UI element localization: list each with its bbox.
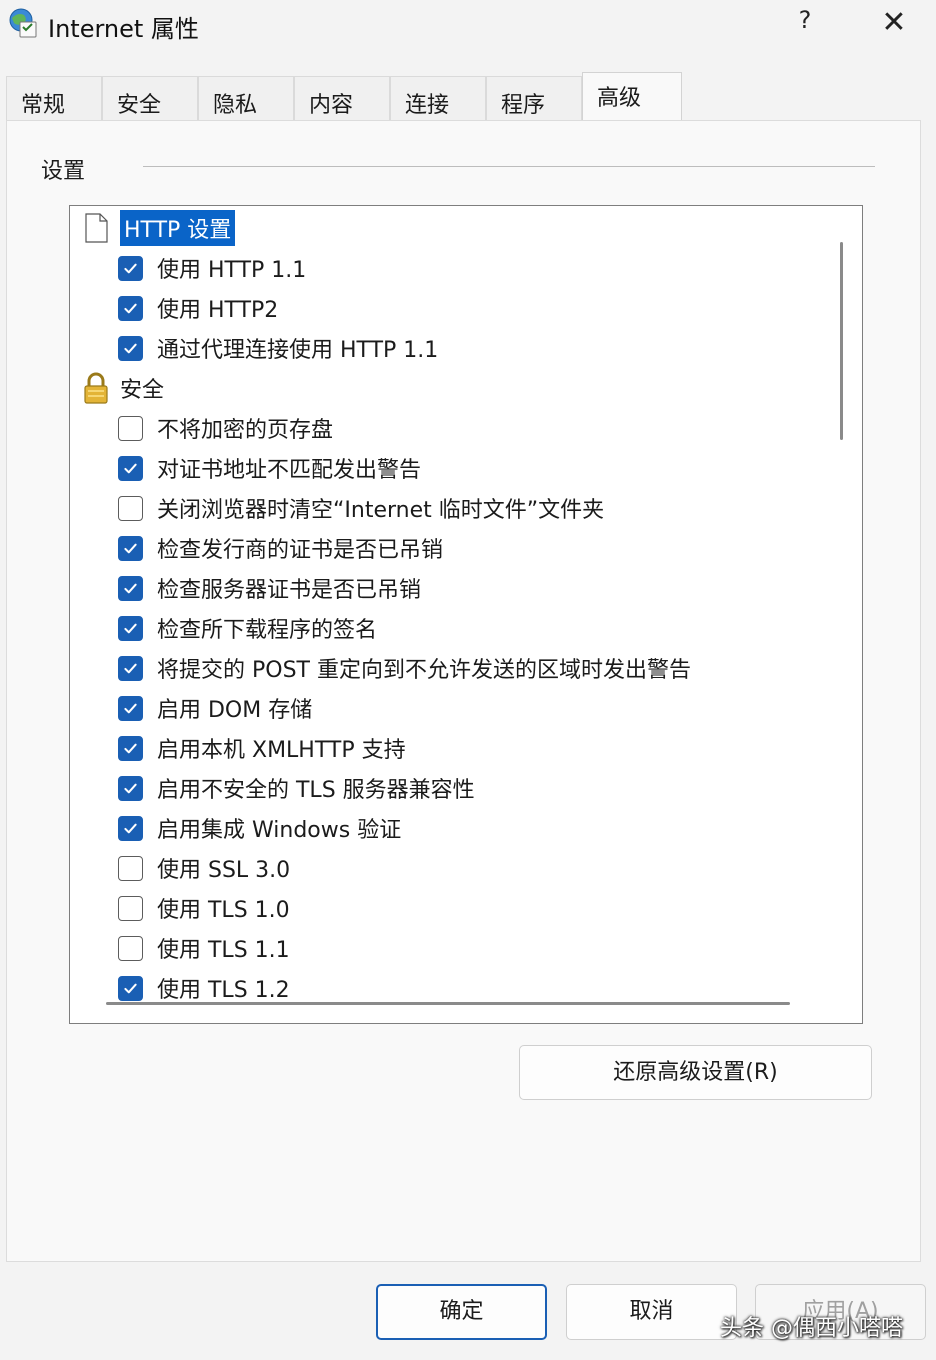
checkmark-icon [124, 263, 137, 273]
checkbox-unchecked[interactable] [118, 495, 143, 521]
setting-label: 不将加密的页存盘 [157, 418, 334, 443]
title-bar: Internet 属性 ? ✕ [0, 0, 936, 52]
setting-label: 对证书地址不匹配发出警告 [157, 458, 422, 483]
setting-label: 通过代理连接使用 HTTP 1.1 [157, 338, 439, 363]
checkbox-checked[interactable] [118, 615, 143, 641]
setting-row[interactable]: 将提交的 POST 重定向到不允许发送的区域时发出警告 [70, 648, 830, 688]
tab-strip: 常规 安全 隐私 内容 连接 程序 高级 [6, 72, 930, 124]
setting-row[interactable]: 通过代理连接使用 HTTP 1.1 [70, 328, 830, 368]
checkmark-icon [124, 703, 137, 713]
setting-row[interactable]: 启用本机 XMLHTTP 支持 [70, 728, 830, 768]
setting-row[interactable]: 关闭浏览器时清空“Internet 临时文件”文件夹 [70, 488, 830, 528]
checkmark-icon [124, 343, 137, 353]
checkbox-checked[interactable] [118, 455, 143, 481]
checkbox-checked[interactable] [118, 695, 143, 721]
setting-label: 使用 SSL 3.0 [157, 858, 291, 883]
category-label: HTTP 设置 [120, 210, 236, 246]
checkmark-icon [124, 623, 137, 633]
internet-globe-icon [9, 8, 37, 38]
checkbox-unchecked[interactable] [118, 935, 143, 961]
tab-general[interactable]: 常规 [6, 76, 102, 122]
checkbox-checked[interactable] [118, 655, 143, 681]
tab-connections[interactable]: 连接 [390, 76, 486, 122]
setting-row[interactable]: 对证书地址不匹配发出警告 [70, 448, 830, 488]
ok-button[interactable]: 确定 [376, 1284, 547, 1340]
setting-row[interactable]: 启用集成 Windows 验证 [70, 808, 830, 848]
checkbox-checked[interactable] [118, 295, 143, 321]
help-button[interactable]: ? [790, 6, 820, 40]
setting-row[interactable]: 使用 TLS 1.0 [70, 888, 830, 928]
horizontal-scrollbar[interactable] [106, 1002, 790, 1005]
checkmark-icon [124, 663, 137, 673]
checkmark-icon [124, 983, 137, 993]
setting-row[interactable]: 使用 SSL 3.0 [70, 848, 830, 888]
tab-privacy[interactable]: 隐私 [198, 76, 294, 122]
checkbox-unchecked[interactable] [118, 895, 143, 921]
checkmark-icon [124, 743, 137, 753]
window-title: Internet 属性 [48, 15, 199, 43]
checkmark-icon [124, 543, 137, 553]
setting-row[interactable]: 检查服务器证书是否已吊销 [70, 568, 830, 608]
category-row[interactable]: HTTP 设置 [70, 208, 830, 248]
checkbox-checked[interactable] [118, 535, 143, 561]
checkbox-checked[interactable] [118, 815, 143, 841]
restore-advanced-settings-button[interactable]: 还原高级设置(R) [519, 1045, 872, 1100]
checkbox-unchecked[interactable] [118, 415, 143, 441]
setting-row[interactable]: 启用 DOM 存储 [70, 688, 830, 728]
setting-label: 启用不安全的 TLS 服务器兼容性 [157, 778, 475, 803]
setting-label: 检查发行商的证书是否已吊销 [157, 538, 444, 563]
setting-row[interactable]: 使用 HTTP 1.1 [70, 248, 830, 288]
checkbox-checked[interactable] [118, 255, 143, 281]
setting-label: 使用 HTTP 1.1 [157, 258, 307, 283]
category-label: 安全 [120, 378, 165, 403]
setting-row[interactable]: 启用不安全的 TLS 服务器兼容性 [70, 768, 830, 808]
category-row[interactable]: 安全 [70, 368, 830, 408]
setting-row[interactable]: 不将加密的页存盘 [70, 408, 830, 448]
setting-row[interactable]: 使用 TLS 1.1 [70, 928, 830, 968]
watermark: 头条 @偶西小嗒嗒 [720, 1316, 903, 1341]
checkbox-checked[interactable] [118, 735, 143, 761]
setting-label: 启用集成 Windows 验证 [157, 818, 402, 843]
checkbox-checked[interactable] [118, 575, 143, 601]
checkbox-unchecked[interactable] [118, 855, 143, 881]
advanced-panel: 设置 HTTP 设置使用 HTTP 1.1 使用 HTTP2 通过代理连接使用 HT… [6, 120, 921, 1262]
setting-label: 检查服务器证书是否已吊销 [157, 578, 422, 603]
setting-label: 检查所下载程序的签名 [157, 618, 378, 643]
setting-label: 将提交的 POST 重定向到不允许发送的区域时发出警告 [157, 658, 691, 683]
cancel-button[interactable]: 取消 [566, 1284, 737, 1340]
checkbox-checked[interactable] [118, 335, 143, 361]
settings-group-label: 设置 [41, 159, 86, 184]
group-divider [143, 166, 875, 167]
settings-list[interactable]: HTTP 设置使用 HTTP 1.1 使用 HTTP2 通过代理连接使用 HTTP … [69, 205, 863, 1024]
lock-icon [80, 371, 112, 405]
checkmark-icon [124, 783, 137, 793]
setting-label: 使用 HTTP2 [157, 298, 279, 323]
checkmark-icon [124, 583, 137, 593]
setting-label: 使用 TLS 1.0 [157, 898, 290, 923]
setting-row[interactable]: 检查发行商的证书是否已吊销 [70, 528, 830, 568]
setting-label: 使用 TLS 1.1 [157, 938, 290, 963]
setting-label: 使用 TLS 1.2 [157, 978, 290, 1003]
checkbox-checked[interactable] [118, 775, 143, 801]
setting-label: 关闭浏览器时清空“Internet 临时文件”文件夹 [157, 498, 605, 523]
setting-row[interactable]: 检查所下载程序的签名 [70, 608, 830, 648]
tab-advanced[interactable]: 高级 [582, 72, 682, 124]
setting-label: 启用本机 XMLHTTP 支持 [157, 738, 406, 763]
checkmark-icon [124, 303, 137, 313]
tab-security[interactable]: 安全 [102, 76, 198, 122]
close-button[interactable]: ✕ [874, 4, 914, 42]
setting-label: 启用 DOM 存储 [157, 698, 313, 723]
page-icon [80, 211, 112, 245]
checkmark-icon [124, 463, 137, 473]
setting-row[interactable]: 使用 HTTP2 [70, 288, 830, 328]
vertical-scrollbar[interactable] [840, 242, 843, 440]
checkmark-icon [124, 823, 137, 833]
tab-programs[interactable]: 程序 [486, 76, 582, 122]
checkbox-checked[interactable] [118, 975, 143, 1001]
tab-content[interactable]: 内容 [294, 76, 390, 122]
